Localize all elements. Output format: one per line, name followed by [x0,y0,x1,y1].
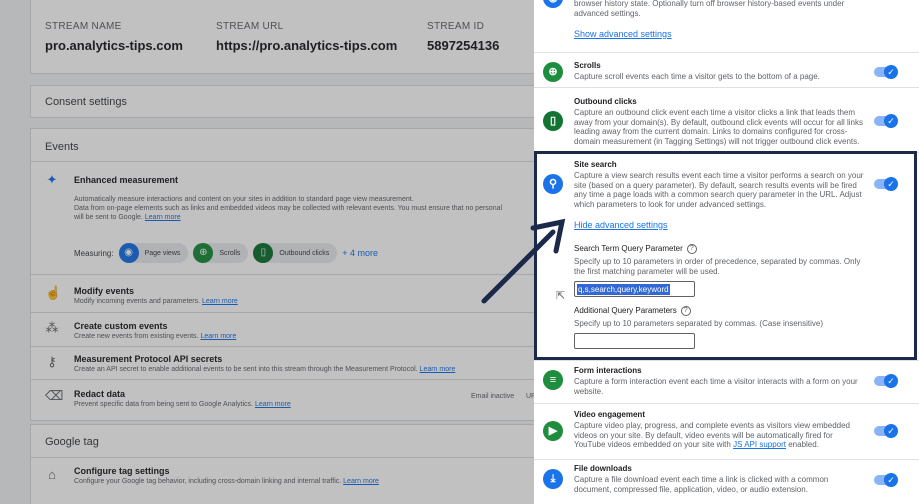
mouse-cursor-icon: ⇱ [556,290,566,302]
arrow-shaft [481,229,556,304]
annotation-arrow [481,218,566,304]
